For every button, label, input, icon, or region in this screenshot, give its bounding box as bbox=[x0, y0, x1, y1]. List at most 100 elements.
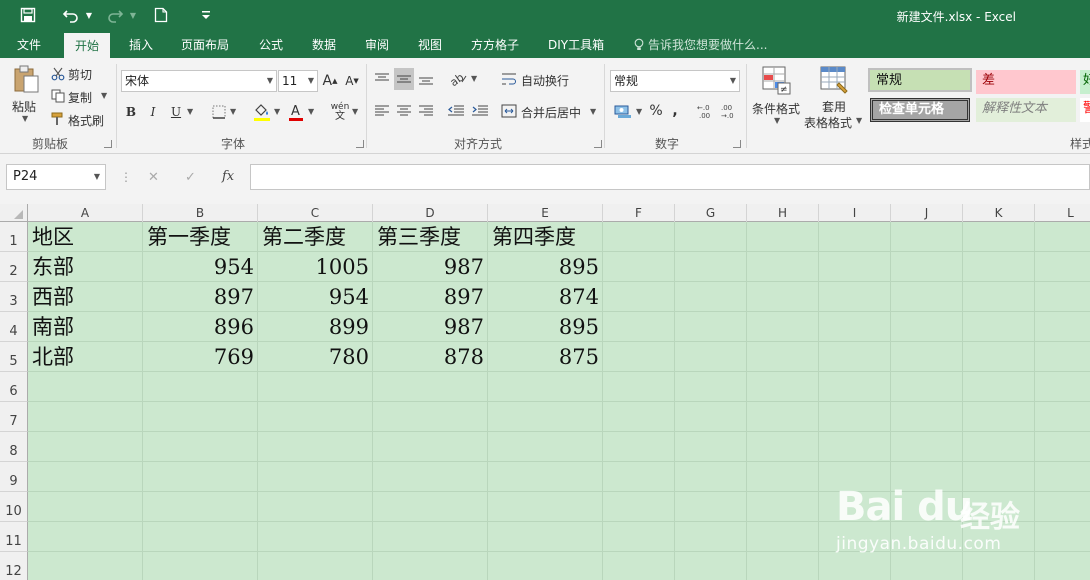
cell-e1[interactable]: 第四季度 bbox=[488, 222, 603, 252]
format-painter-icon[interactable] bbox=[50, 111, 66, 127]
align-left-icon[interactable] bbox=[372, 100, 392, 122]
row-header-7[interactable]: 7 bbox=[0, 402, 28, 432]
tab-page-layout[interactable]: 页面布局 bbox=[181, 32, 229, 58]
cell-a3[interactable]: 西部 bbox=[28, 282, 143, 312]
orientation-dropdown-icon[interactable]: ▼ bbox=[471, 74, 477, 83]
tab-fangfang[interactable]: 方方格子 bbox=[471, 32, 519, 58]
cell-d2[interactable]: 987 bbox=[373, 252, 488, 282]
conditional-format-icon[interactable]: ≠ bbox=[760, 64, 792, 96]
enter-icon[interactable]: ✓ bbox=[185, 170, 196, 185]
row-header-10[interactable]: 10 bbox=[0, 492, 28, 522]
tab-view[interactable]: 视图 bbox=[418, 32, 442, 58]
clipboard-launcher-icon[interactable] bbox=[104, 140, 112, 148]
font-color-dropdown-icon[interactable]: ▼ bbox=[308, 107, 314, 116]
currency-dropdown-icon[interactable]: ▼ bbox=[636, 107, 642, 116]
undo-dropdown-icon[interactable]: ▼ bbox=[84, 5, 94, 25]
format-as-table-line2[interactable]: 表格格式 bbox=[804, 114, 852, 131]
cell-b3[interactable]: 897 bbox=[143, 282, 258, 312]
row-header-6[interactable]: 6 bbox=[0, 372, 28, 402]
align-right-icon[interactable] bbox=[416, 100, 436, 122]
number-launcher-icon[interactable] bbox=[733, 140, 741, 148]
wrap-text-icon[interactable] bbox=[500, 70, 518, 88]
name-box[interactable]: P24 ▼ bbox=[6, 164, 106, 190]
copy-dropdown-icon[interactable]: ▼ bbox=[101, 91, 107, 100]
tell-me-search[interactable]: 告诉我您想要做什么... bbox=[634, 32, 767, 58]
redo-dropdown-icon[interactable]: ▼ bbox=[128, 5, 138, 25]
border-dropdown-icon[interactable]: ▼ bbox=[230, 107, 236, 116]
paste-button[interactable]: 粘贴 bbox=[12, 98, 36, 115]
row-header-2[interactable]: 2 bbox=[0, 252, 28, 282]
tab-formulas[interactable]: 公式 bbox=[259, 32, 283, 58]
row-header-1[interactable]: 1 bbox=[0, 222, 28, 252]
cell-e3[interactable]: 874 bbox=[488, 282, 603, 312]
formula-input[interactable] bbox=[250, 164, 1090, 190]
style-normal[interactable]: 常规 bbox=[868, 68, 972, 92]
wrap-text-button[interactable]: 自动换行 bbox=[521, 72, 569, 89]
save-icon[interactable] bbox=[18, 5, 38, 25]
alignment-launcher-icon[interactable] bbox=[594, 140, 602, 148]
border-icon[interactable] bbox=[210, 102, 228, 122]
cell-d1[interactable]: 第三季度 bbox=[373, 222, 488, 252]
copy-icon[interactable] bbox=[50, 88, 66, 104]
tab-file[interactable]: 文件 bbox=[17, 32, 41, 58]
decrease-decimal-icon[interactable]: .00 →.0 bbox=[720, 100, 740, 122]
column-header-e[interactable]: E bbox=[488, 204, 603, 222]
column-header-j[interactable]: J bbox=[891, 204, 963, 222]
tab-insert[interactable]: 插入 bbox=[129, 32, 153, 58]
column-header-f[interactable]: F bbox=[603, 204, 675, 222]
number-format-combo[interactable]: 常规 ▼ bbox=[610, 70, 740, 92]
row-header-11[interactable]: 11 bbox=[0, 522, 28, 552]
paste-icon[interactable] bbox=[10, 64, 42, 94]
cell-c4[interactable]: 899 bbox=[258, 312, 373, 342]
cell-b5[interactable]: 769 bbox=[143, 342, 258, 372]
conditional-format-button[interactable]: 条件格式 bbox=[752, 100, 800, 117]
align-bottom-icon[interactable] bbox=[416, 68, 436, 90]
font-launcher-icon[interactable] bbox=[356, 140, 364, 148]
paste-dropdown-icon[interactable]: ▼ bbox=[22, 114, 28, 123]
row-header-12[interactable]: 12 bbox=[0, 552, 28, 580]
grow-font-button[interactable]: A ▲ bbox=[322, 71, 338, 91]
cell-c1[interactable]: 第二季度 bbox=[258, 222, 373, 252]
format-as-table-dropdown-icon[interactable]: ▼ bbox=[856, 116, 862, 125]
cell-a1[interactable]: 地区 bbox=[28, 222, 143, 252]
align-top-icon[interactable] bbox=[372, 68, 392, 90]
column-header-a[interactable]: A bbox=[28, 204, 143, 222]
scissors-icon[interactable] bbox=[50, 66, 66, 82]
merge-center-button[interactable]: 合并后居中 bbox=[521, 104, 581, 121]
bold-button[interactable]: B bbox=[122, 102, 140, 122]
new-file-icon[interactable] bbox=[152, 5, 170, 25]
row-header-4[interactable]: 4 bbox=[0, 312, 28, 342]
conditional-format-dropdown-icon[interactable]: ▼ bbox=[774, 116, 780, 125]
insert-function-icon[interactable]: fx bbox=[222, 169, 234, 184]
cell-b1[interactable]: 第一季度 bbox=[143, 222, 258, 252]
style-warning[interactable]: 警 bbox=[1080, 98, 1090, 122]
cell-c3[interactable]: 954 bbox=[258, 282, 373, 312]
shrink-font-button[interactable]: A ▼ bbox=[344, 71, 360, 91]
font-color-icon[interactable]: A bbox=[286, 100, 306, 124]
cell-a5[interactable]: 北部 bbox=[28, 342, 143, 372]
cell-d4[interactable]: 987 bbox=[373, 312, 488, 342]
cell-a2[interactable]: 东部 bbox=[28, 252, 143, 282]
style-explanatory[interactable]: 解释性文本 bbox=[976, 98, 1076, 122]
percent-button[interactable]: % bbox=[648, 100, 664, 122]
undo-icon[interactable] bbox=[60, 5, 82, 25]
cell-c2[interactable]: 1005 bbox=[258, 252, 373, 282]
row-header-5[interactable]: 5 bbox=[0, 342, 28, 372]
merge-dropdown-icon[interactable]: ▼ bbox=[590, 107, 596, 116]
decrease-indent-icon[interactable] bbox=[446, 100, 466, 122]
font-name-combo[interactable]: 宋体 ▼ bbox=[121, 70, 277, 92]
underline-dropdown-icon[interactable]: ▼ bbox=[187, 107, 193, 116]
row-header-3[interactable]: 3 bbox=[0, 282, 28, 312]
comma-button[interactable]: , bbox=[668, 100, 682, 122]
select-all-button[interactable] bbox=[0, 204, 28, 222]
align-center-icon[interactable] bbox=[394, 100, 414, 122]
tab-diy-toolbox[interactable]: DIY工具箱 bbox=[548, 32, 604, 58]
align-middle-icon[interactable] bbox=[394, 68, 414, 90]
orientation-icon[interactable]: ab bbox=[448, 68, 470, 90]
cancel-icon[interactable]: ✕ bbox=[148, 170, 159, 185]
column-header-i[interactable]: I bbox=[819, 204, 891, 222]
column-header-d[interactable]: D bbox=[373, 204, 488, 222]
italic-button[interactable]: I bbox=[144, 102, 162, 122]
cell-e4[interactable]: 895 bbox=[488, 312, 603, 342]
column-header-h[interactable]: H bbox=[747, 204, 819, 222]
